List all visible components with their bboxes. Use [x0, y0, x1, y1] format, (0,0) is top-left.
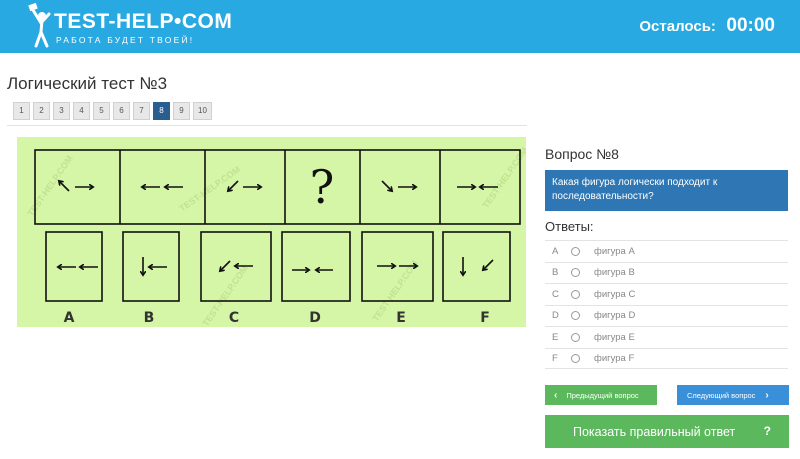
answer-letter: E [552, 331, 559, 343]
divider [7, 125, 527, 126]
chevron-left-icon: ‹ [554, 389, 558, 401]
question-title: Вопрос №8 [545, 146, 619, 162]
answer-letter: D [552, 310, 559, 322]
answer-letter: B [552, 267, 559, 279]
answer-option-b[interactable]: B фигура B [545, 261, 788, 284]
logo-figure-icon [28, 2, 51, 48]
option-label-b: B [144, 310, 155, 326]
answer-label: фигура А [594, 245, 635, 257]
watermark-text: TEST-HELP.COM [370, 259, 419, 324]
page-button-8[interactable]: 8 [153, 102, 170, 120]
answer-letter: C [552, 288, 559, 300]
next-question-label: Следующий вопрос [687, 390, 756, 400]
sequence-frame [34, 149, 521, 225]
watermark-text: TEST-HELP.COM [200, 264, 249, 327]
page-button-2[interactable]: 2 [33, 102, 50, 120]
answers-list: A фигура А B фигура B C фигура C D фигур… [545, 240, 788, 369]
down-and-down-left-arrows-icon [463, 257, 494, 275]
page-button-4[interactable]: 4 [73, 102, 90, 120]
radio-button[interactable] [571, 268, 580, 278]
logo-text: TEST-HELP•COM [54, 10, 233, 33]
answer-letter: F [552, 352, 558, 364]
option-label-a: A [64, 310, 75, 326]
answer-option-a[interactable]: A фигура А [545, 240, 788, 262]
answer-letter: A [552, 245, 559, 257]
prev-question-button[interactable]: ‹ Предыдущий вопрос [545, 385, 657, 405]
watermark-text: TEST-HELP.COM [480, 146, 526, 211]
page-button-6[interactable]: 6 [113, 102, 130, 120]
page-button-7[interactable]: 7 [133, 102, 150, 120]
radio-button[interactable] [571, 353, 580, 363]
option-label-f: F [480, 310, 490, 326]
answer-label: фигура F [594, 352, 635, 364]
timer-label: Осталось: [639, 18, 716, 35]
page-button-1[interactable]: 1 [13, 102, 30, 120]
timer: Осталось: 00:00 [639, 15, 775, 37]
down-right-and-right-arrows-icon [381, 180, 416, 191]
radio-button[interactable] [571, 289, 580, 299]
option-label-d: D [309, 310, 321, 326]
option-box-d [281, 231, 351, 302]
answer-option-e[interactable]: E фигура E [545, 326, 788, 348]
question-pager: 1 2 3 4 5 6 7 8 9 10 [13, 102, 212, 120]
answer-option-c[interactable]: C фигура C [545, 283, 788, 305]
show-answer-label: Показать правильный ответ [573, 424, 736, 439]
answer-label: фигура C [594, 288, 636, 300]
next-question-button[interactable]: Следующий вопрос › [677, 385, 789, 405]
answer-option-f[interactable]: F фигура F [545, 347, 788, 369]
timer-value: 00:00 [726, 15, 775, 36]
help-icon: ? [763, 424, 771, 438]
page-button-3[interactable]: 3 [53, 102, 70, 120]
prev-question-label: Предыдущий вопрос [566, 390, 639, 400]
radio-button[interactable] [571, 332, 580, 342]
answer-label: фигура D [594, 310, 636, 322]
chevron-right-icon: › [765, 389, 769, 401]
option-box-f [442, 231, 511, 302]
page-title: Логический тест №3 [7, 74, 168, 93]
radio-button[interactable] [571, 246, 580, 256]
puzzle-image: TEST-HELP.COM TEST-HELP.COM TEST-HELP.CO… [17, 137, 526, 327]
show-answer-button[interactable]: Показать правильный ответ ? [545, 415, 789, 448]
radio-button[interactable] [571, 311, 580, 321]
page-button-10[interactable]: 10 [193, 102, 212, 120]
option-label-c: C [229, 310, 239, 326]
page-button-5[interactable]: 5 [93, 102, 110, 120]
answer-option-d[interactable]: D фигура D [545, 304, 788, 327]
down-and-left-arrows-icon [143, 257, 167, 275]
question-text: Какая фигура логически подходит к послед… [545, 170, 788, 211]
option-label-e: E [396, 310, 406, 326]
answers-title: Ответы: [545, 219, 594, 234]
watermark-text: TEST-HELP.COM [25, 154, 74, 219]
header: TEST-HELP•COM РАБОТА БУДЕТ ТВОЕЙ! Остало… [0, 0, 800, 53]
down-left-and-right-arrows-icon [228, 180, 261, 191]
question-mark: ? [310, 160, 335, 214]
logo-slogan: РАБОТА БУДЕТ ТВОЕЙ! [56, 35, 195, 45]
answer-label: фигура B [594, 267, 635, 279]
answer-label: фигура E [594, 331, 635, 343]
site-logo[interactable]: TEST-HELP•COM РАБОТА БУДЕТ ТВОЕЙ! [28, 2, 232, 50]
up-left-and-right-arrows-icon [59, 181, 93, 192]
page-button-9[interactable]: 9 [173, 102, 190, 120]
watermark: TEST-HELP.COM TEST-HELP.COM TEST-HELP.CO… [25, 146, 526, 327]
watermark-text: TEST-HELP.COM [177, 164, 242, 213]
